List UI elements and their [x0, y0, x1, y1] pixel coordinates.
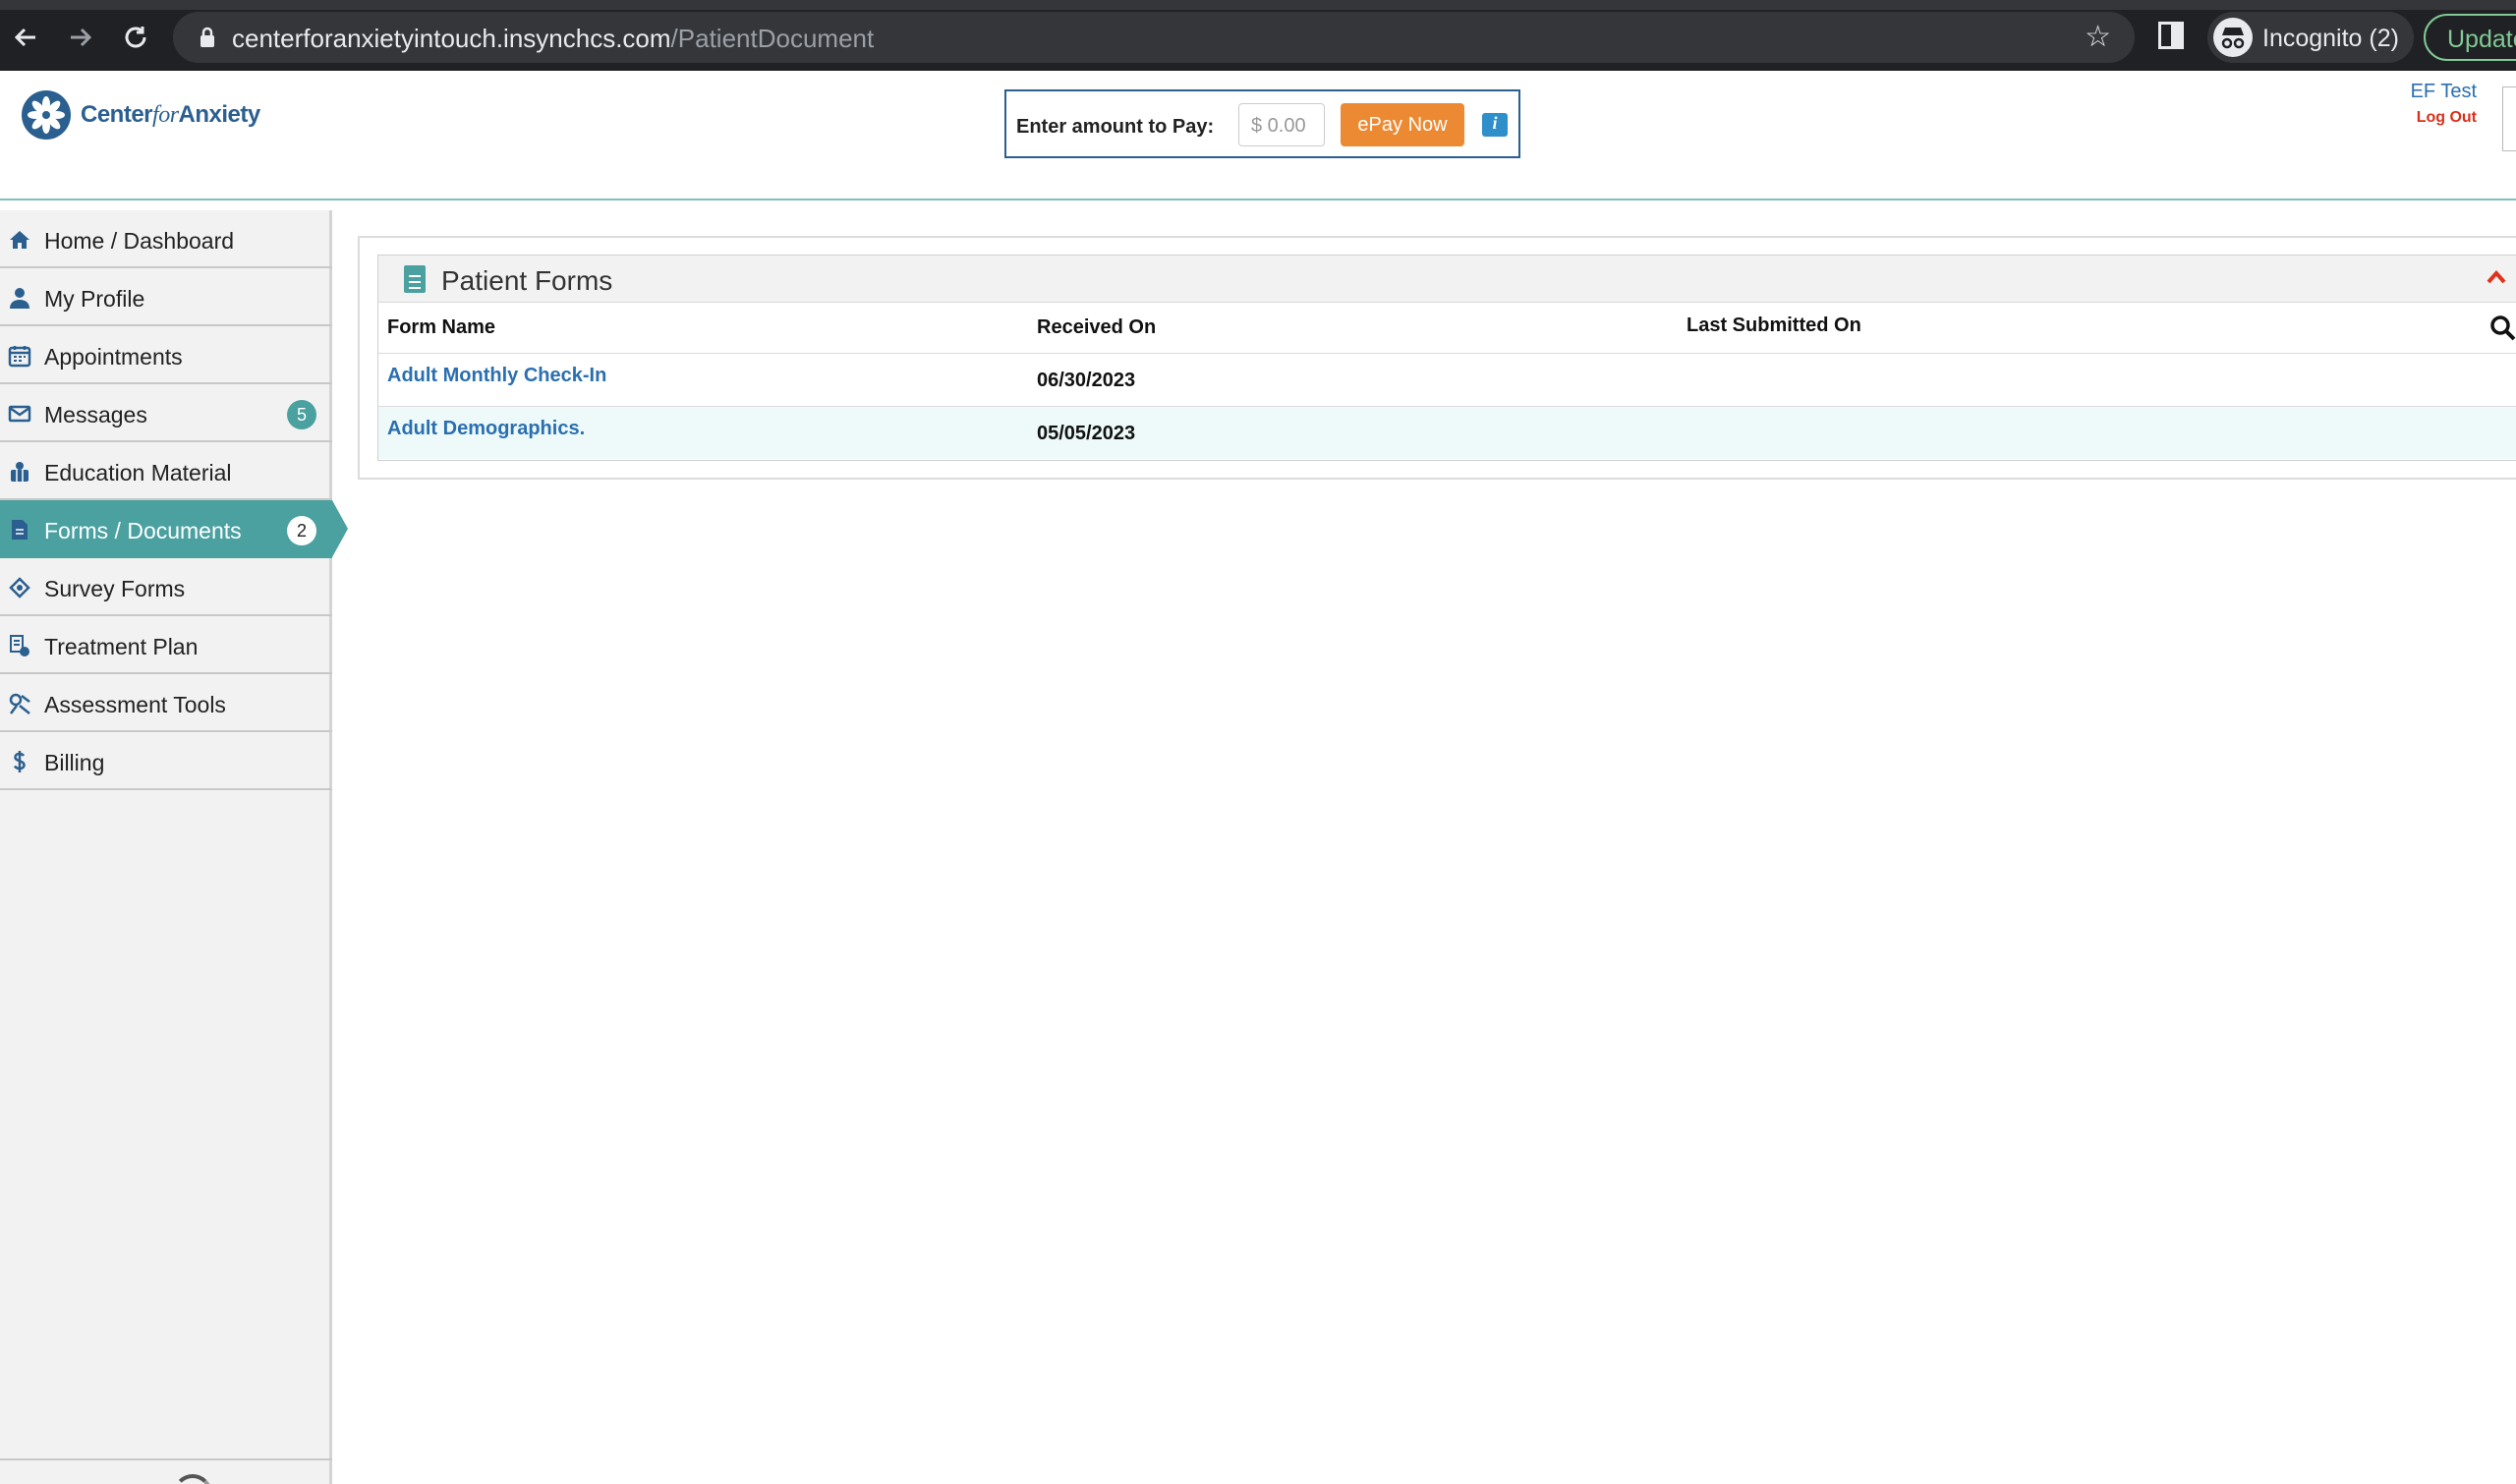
- survey-icon: [9, 577, 30, 599]
- column-header-last-submitted-on[interactable]: Last Submitted On: [1687, 314, 1861, 337]
- sidebar-item-education-material[interactable]: Education Material: [0, 442, 332, 500]
- reload-icon[interactable]: [116, 18, 155, 57]
- row-divider: [378, 353, 2516, 354]
- update-button[interactable]: Update: [2424, 14, 2516, 61]
- table-row: Adult Demographics. 05/05/2023: [378, 406, 2516, 459]
- sidebar-item-label: Appointments: [44, 344, 183, 370]
- lock-icon: [200, 27, 214, 47]
- incognito-icon: [2213, 18, 2253, 57]
- sidebar-item-label: Survey Forms: [44, 576, 186, 601]
- pay-amount-label: Enter amount to Pay:: [1016, 116, 1215, 138]
- patient-forms-panel: Patient Forms Form Name Received On Last…: [377, 255, 2516, 461]
- header-divider: [0, 199, 2516, 200]
- address-bar[interactable]: centerforanxietyintouch.insynchcs.com/Pa…: [173, 12, 2135, 63]
- incognito-indicator[interactable]: Incognito (2): [2207, 12, 2414, 63]
- search-icon[interactable]: [2489, 314, 2516, 342]
- logo-flower-icon: [22, 90, 71, 140]
- sidebar-item-label: Assessment Tools: [44, 692, 226, 717]
- forms-count-badge: 2: [287, 516, 316, 545]
- info-icon[interactable]: i: [1482, 113, 1508, 137]
- sidebar-footer-divider: [0, 1458, 332, 1460]
- forward-icon[interactable]: [61, 18, 100, 57]
- document-icon: [12, 520, 28, 540]
- sidebar-nav: Home / Dashboard My Profile Appointments…: [0, 210, 348, 1484]
- user-name-link[interactable]: EF Test: [2411, 81, 2477, 103]
- incognito-label: Incognito (2): [2262, 25, 2399, 52]
- home-icon: [10, 231, 29, 249]
- sidebar-item-label: Forms / Documents: [44, 518, 242, 543]
- sidebar-item-survey-forms[interactable]: Survey Forms: [0, 558, 332, 616]
- assessment-icon: [9, 693, 30, 714]
- user-icon: [10, 288, 29, 309]
- dollar-icon: [13, 751, 26, 772]
- document-icon: [404, 265, 426, 293]
- header-right-panel: [2502, 86, 2516, 151]
- row-divider: [378, 406, 2516, 407]
- panel-title: Patient Forms: [441, 265, 613, 296]
- sidebar-item-assessment-tools[interactable]: Assessment Tools: [0, 674, 332, 732]
- sidebar-item-messages[interactable]: Messages 5: [0, 384, 332, 442]
- logout-link[interactable]: Log Out: [2411, 109, 2477, 127]
- column-header-form-name[interactable]: Form Name: [387, 316, 495, 339]
- received-date: 05/05/2023: [1037, 423, 1136, 444]
- education-icon: [11, 462, 29, 482]
- sidebar-item-appointments[interactable]: Appointments: [0, 326, 332, 384]
- column-header-received-on[interactable]: Received On: [1037, 316, 1156, 339]
- received-date: 06/30/2023: [1037, 370, 1136, 391]
- sidebar-item-label: Education Material: [44, 460, 232, 485]
- chevron-up-icon[interactable]: [2487, 267, 2506, 287]
- envelope-icon: [8, 405, 31, 423]
- back-icon[interactable]: [6, 18, 45, 57]
- center-for-anxiety-logo[interactable]: CenterforAnxiety: [22, 90, 260, 140]
- sidebar-item-label: Home / Dashboard: [44, 228, 235, 254]
- bookmark-star-icon[interactable]: ☆: [2085, 20, 2111, 54]
- form-link[interactable]: Adult Monthly Check-In: [387, 365, 606, 387]
- sidebar-item-label: Treatment Plan: [44, 634, 199, 659]
- sidebar-item-billing[interactable]: Billing: [0, 732, 332, 790]
- browser-toolbar: centerforanxietyintouch.insynchcs.com/Pa…: [0, 0, 2516, 71]
- sidebar-item-label: Billing: [44, 750, 105, 775]
- side-panel-icon[interactable]: [2158, 22, 2184, 49]
- treatment-plan-icon: [10, 635, 29, 656]
- form-link[interactable]: Adult Demographics.: [387, 418, 585, 440]
- messages-count-badge: 5: [287, 400, 316, 429]
- table-row: Adult Monthly Check-In 06/30/2023: [378, 353, 2516, 406]
- user-menu: EF Test Log Out: [2411, 81, 2477, 127]
- sidebar-item-my-profile[interactable]: My Profile: [0, 268, 332, 326]
- sidebar-item-label: My Profile: [44, 286, 145, 312]
- epay-box: Enter amount to Pay: $ 0.00 ePay Now i: [1004, 89, 1520, 158]
- tab-strip: [0, 0, 2516, 10]
- sidebar-item-label: Messages: [44, 402, 147, 428]
- pay-amount-input[interactable]: $ 0.00: [1238, 103, 1325, 146]
- calendar-icon: [8, 346, 31, 368]
- sidebar-item-forms-documents[interactable]: Forms / Documents 2: [0, 500, 348, 558]
- sidebar-item-treatment-plan[interactable]: Treatment Plan: [0, 616, 332, 674]
- url-text: centerforanxietyintouch.insynchcs.com/Pa…: [232, 24, 875, 53]
- sidebar-item-home-dashboard[interactable]: Home / Dashboard: [0, 210, 332, 268]
- logo-text: CenterforAnxiety: [81, 101, 260, 128]
- epay-now-button[interactable]: ePay Now: [1341, 103, 1464, 146]
- patient-forms-header: Patient Forms: [378, 256, 2516, 303]
- loading-spinner-icon: [173, 1474, 212, 1484]
